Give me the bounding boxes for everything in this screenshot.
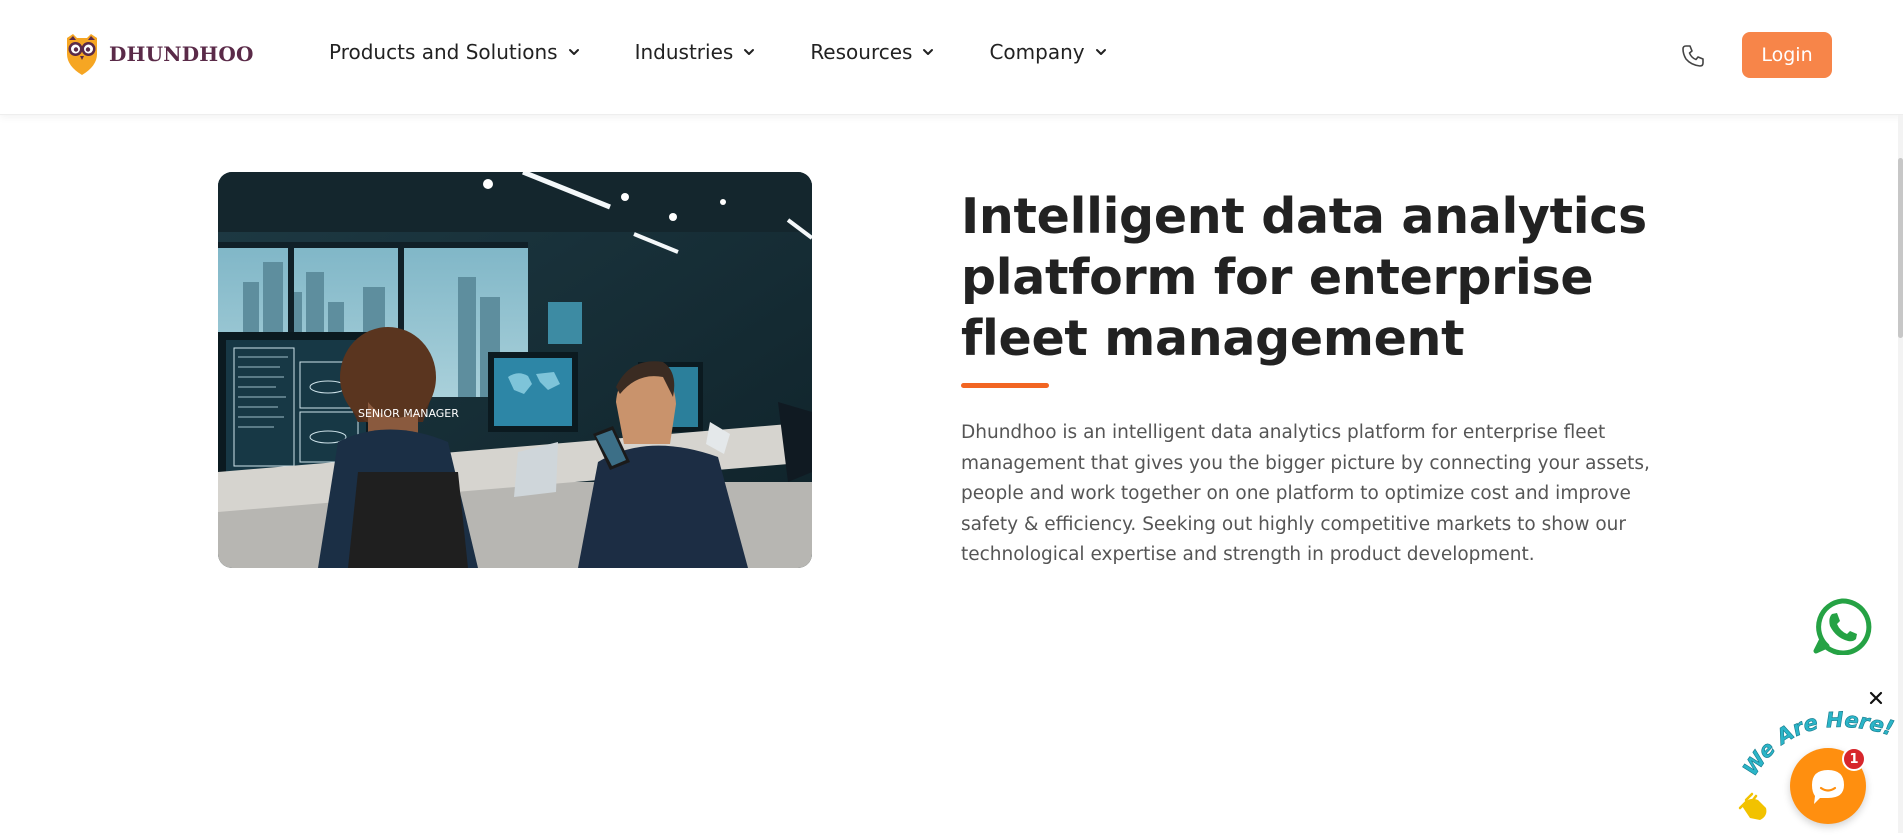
main-nav: Products and Solutions Industries Resour… <box>329 40 1162 64</box>
brand-name: DHUNDHOO <box>109 42 254 66</box>
brand-logo[interactable]: DHUNDHOO <box>63 32 254 76</box>
chat-bubble-icon <box>1812 770 1844 804</box>
owl-logo-icon <box>67 34 97 75</box>
nav-label: Industries <box>634 40 734 64</box>
hero-image: SENIOR MANAGER <box>218 172 812 568</box>
nav-resources[interactable]: Resources <box>810 40 935 64</box>
hero-title: Intelligent data analytics platform for … <box>961 188 1647 367</box>
whatsapp-icon[interactable] <box>1811 597 1873 655</box>
title-accent-line <box>961 383 1049 388</box>
chevron-down-icon <box>744 49 755 55</box>
chevron-down-icon <box>568 49 579 55</box>
chat-notification-badge: 1 <box>1842 747 1866 771</box>
nav-company[interactable]: Company <box>989 40 1107 64</box>
nav-label: Products and Solutions <box>329 40 558 64</box>
nav-label: Company <box>989 40 1085 64</box>
hero-description: Dhundhoo is an intelligent data analytic… <box>961 422 1650 565</box>
nav-products-and-solutions[interactable]: Products and Solutions <box>329 40 581 64</box>
close-icon[interactable] <box>1868 690 1884 706</box>
scrollbar-thumb[interactable] <box>1898 158 1903 338</box>
chevron-down-icon <box>923 49 934 55</box>
nav-industries[interactable]: Industries <box>635 40 757 64</box>
chevron-down-icon <box>1095 49 1106 55</box>
login-button[interactable]: Login <box>1742 32 1832 78</box>
shirt-text: SENIOR MANAGER <box>358 407 459 420</box>
phone-icon[interactable] <box>1680 43 1706 69</box>
site-header: DHUNDHOO Products and Solutions Industri… <box>0 0 1903 115</box>
waving-hand-icon <box>1738 792 1767 820</box>
nav-label: Resources <box>810 40 913 64</box>
